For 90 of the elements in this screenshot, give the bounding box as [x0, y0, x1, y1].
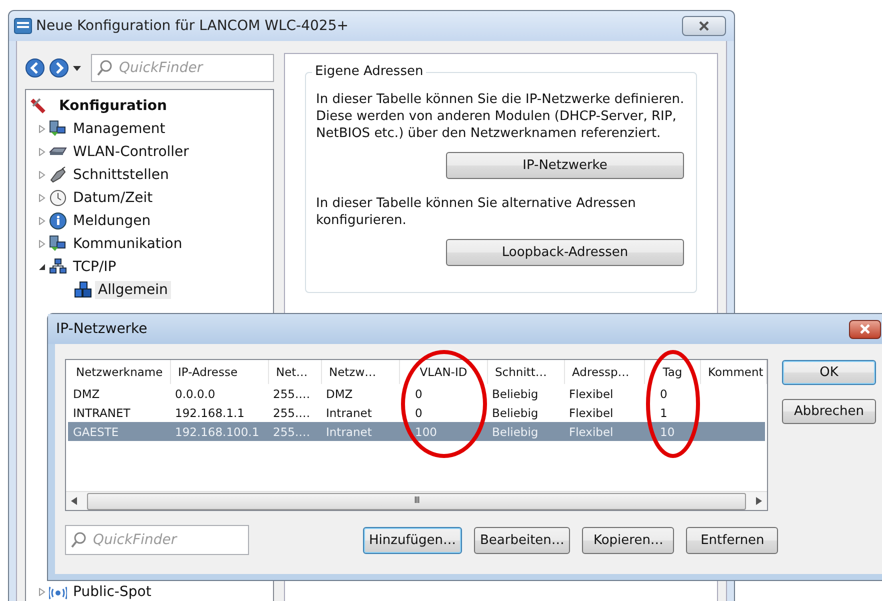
- table-cell-text: Beliebig: [491, 424, 540, 438]
- table-row[interactable]: INTRANET 192.168.1.1 255.… Intranet 0 Beliebig Flexibel 1: [68, 403, 765, 422]
- column-header[interactable]: Net…: [269, 360, 322, 384]
- table-button[interactable]: Loopback-Adressen: [446, 239, 684, 266]
- table-cell-text: Beliebig: [491, 406, 540, 420]
- window-title: Neue Konfiguration für LANCOM WLC-4025+: [36, 18, 350, 34]
- caret-icon[interactable]: [73, 66, 81, 70]
- column-header[interactable]: IP-Adresse: [171, 360, 269, 384]
- tree-item[interactable]: WLAN-Controller: [70, 142, 192, 160]
- plug-icon: [49, 166, 67, 184]
- tree-item[interactable]: Datum/Zeit: [70, 188, 156, 206]
- search-field[interactable]: QuickFinder: [91, 54, 274, 82]
- table-cell-text: 192.168.1.1: [174, 406, 246, 420]
- network-icon: [49, 258, 67, 276]
- table-cell-text: 0: [414, 386, 424, 400]
- table-cell-text: 1: [659, 406, 668, 420]
- expand-icon[interactable]: [38, 194, 46, 202]
- table-cell-text: 255.…: [272, 406, 312, 420]
- table-cell-text: 255.…: [272, 386, 312, 400]
- table-button[interactable]: IP-Netzwerke: [446, 152, 684, 179]
- table-cell-text: Beliebig: [491, 386, 540, 400]
- table-cell-text: 0.0.0.0: [174, 386, 216, 400]
- tree-item[interactable]: Management: [70, 120, 168, 138]
- column-header[interactable]: VLAN-ID: [400, 360, 488, 384]
- table-cell-text: 255.…: [272, 424, 312, 438]
- table-cell-text: Flexibel: [568, 424, 614, 438]
- table-row[interactable]: DMZ 0.0.0.0 255.… DMZ 0 Beliebig Flexibel 0: [68, 384, 765, 403]
- column-header[interactable]: Netzwerkname: [69, 360, 171, 384]
- tree-item[interactable]: Meldungen: [70, 212, 154, 230]
- expand-icon[interactable]: [38, 124, 46, 132]
- dialog-button[interactable]: Abbrechen: [782, 399, 876, 424]
- table-cell-text: 0: [414, 406, 424, 420]
- table-cell-text: Flexibel: [568, 406, 614, 420]
- scroll-right-icon[interactable]: [756, 497, 762, 505]
- table-cell-text: 10: [659, 424, 676, 438]
- table-cell-text: GAESTE: [72, 424, 120, 438]
- search-icon: [70, 531, 88, 549]
- search-icon: [96, 59, 114, 77]
- scroll-grip: III: [414, 496, 419, 506]
- dialog-button[interactable]: Entfernen: [686, 526, 778, 554]
- dialog-button[interactable]: Kopieren…: [582, 526, 674, 554]
- expand-icon[interactable]: [38, 588, 46, 596]
- close-icon: [697, 21, 711, 31]
- column-header[interactable]: Adressp…: [565, 360, 645, 384]
- computers-icon: [49, 234, 67, 252]
- dialog-button[interactable]: Bearbeiten…: [474, 526, 570, 554]
- close-icon: [858, 324, 872, 334]
- table-cell-text: Intranet: [325, 406, 373, 420]
- tree-item[interactable]: Schnittstellen: [70, 166, 172, 184]
- table-cell-text: Intranet: [325, 424, 373, 438]
- collapse-icon[interactable]: [38, 262, 46, 270]
- tree-item[interactable]: Kommunikation: [70, 234, 186, 252]
- close-button[interactable]: [849, 320, 881, 338]
- expand-icon[interactable]: [38, 216, 46, 224]
- tree-item[interactable]: Public-Spot: [70, 582, 154, 600]
- column-header[interactable]: Netzw…: [322, 360, 400, 384]
- clock-icon: [49, 188, 67, 206]
- table-cell-text: 192.168.100.1: [174, 424, 260, 438]
- expand-icon[interactable]: [38, 240, 46, 248]
- table-cell-text: 100: [414, 424, 438, 438]
- table-cell-text: Flexibel: [568, 386, 614, 400]
- search-field[interactable]: QuickFinder: [65, 525, 249, 555]
- horizontal-scrollbar[interactable]: III: [66, 491, 767, 510]
- column-header[interactable]: Komment: [701, 360, 767, 384]
- cubes-icon: [74, 280, 92, 298]
- table-cell-text: INTRANET: [72, 406, 132, 420]
- table-cell-text: 0: [659, 386, 668, 400]
- info-icon: [49, 212, 67, 230]
- expand-icon[interactable]: [38, 170, 46, 178]
- scrollbar-thumb[interactable]: III: [87, 492, 746, 510]
- table-cell-text: DMZ: [325, 386, 354, 400]
- close-button[interactable]: [682, 16, 726, 36]
- expand-icon[interactable]: [38, 148, 46, 156]
- dialog-button[interactable]: Hinzufügen…: [363, 526, 462, 554]
- column-header[interactable]: Schnitt…: [488, 360, 565, 384]
- tree-item[interactable]: Allgemein: [95, 280, 171, 298]
- table-cell-text: DMZ: [72, 386, 101, 400]
- tree-item[interactable]: Konfiguration: [56, 96, 170, 114]
- forward-button[interactable]: [49, 58, 69, 78]
- dialog-title: IP-Netzwerke: [56, 321, 148, 337]
- tree-item[interactable]: TCP/IP: [70, 258, 120, 276]
- description-text: In dieser Tabelle können Sie alternative Adressen konfigurieren.: [316, 195, 637, 229]
- back-button[interactable]: [25, 58, 45, 78]
- scroll-left-icon[interactable]: [71, 497, 77, 505]
- description-text: In dieser Tabelle können Sie die IP-Netzwerke definieren. Diese werden von anderen Modulen (DHCP-Server, RIP, NetBIOS etc.) über den Netzwerknamen referenziert.: [316, 91, 686, 142]
- computers-icon: [49, 120, 67, 138]
- dialog-button[interactable]: OK: [782, 360, 876, 385]
- app-icon: [14, 18, 32, 34]
- column-header[interactable]: Tag: [645, 360, 701, 384]
- group-title: Eigene Adressen: [312, 64, 426, 79]
